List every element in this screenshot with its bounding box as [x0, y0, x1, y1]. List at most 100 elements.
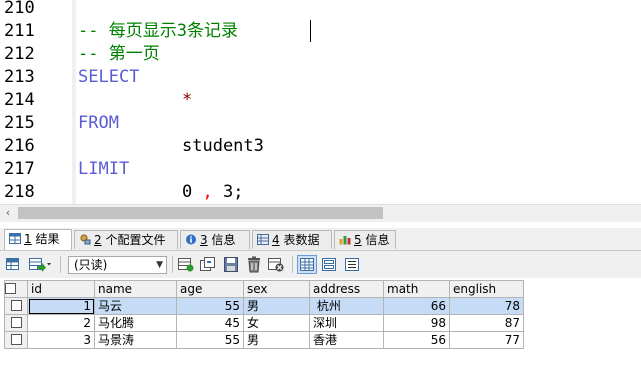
column-header[interactable]: math [383, 280, 450, 298]
table-cell[interactable]: 98 [383, 314, 450, 332]
cancel-changes-icon[interactable] [267, 256, 285, 273]
checkbox-icon [5, 282, 16, 294]
chevron-down-icon: ▼ [156, 260, 163, 270]
code-line-table[interactable]: student3 [182, 135, 264, 158]
column-header[interactable]: id [27, 280, 95, 298]
table-cell[interactable]: 女 [243, 314, 310, 332]
tab-info[interactable]: 5 信息 [334, 230, 396, 249]
table-cell[interactable]: 87 [449, 314, 524, 332]
table-cell[interactable]: 2 [27, 314, 95, 332]
table-header-row: id name age sex address math english [4, 280, 524, 298]
tab-number: 1 [24, 232, 32, 246]
insert-row-icon[interactable] [177, 256, 195, 273]
table-cell[interactable]: 56 [383, 331, 450, 349]
sql-editor[interactable]: 210 211 212 213 214 215 216 217 218 -- 每… [0, 0, 641, 204]
code-line-limit[interactable]: LIMIT [78, 158, 129, 181]
toolbar-separator [60, 256, 61, 273]
select-all-checkbox[interactable] [4, 280, 28, 298]
table-cell[interactable]: 香港 [309, 331, 384, 349]
text-view-icon[interactable] [343, 256, 361, 273]
table-cell[interactable]: 3 [27, 331, 95, 349]
tab-number: 3 [200, 233, 208, 247]
result-grid: id name age sex address math english 1 马… [0, 279, 641, 383]
scroll-left-arrow-icon[interactable]: ‹ [2, 207, 14, 219]
grid-view-icon[interactable] [297, 255, 317, 274]
row-checkbox[interactable] [4, 314, 28, 332]
table-icon [9, 233, 21, 244]
table-cell[interactable]: 杭州 [309, 297, 384, 315]
table-cell[interactable]: 马云 [94, 297, 177, 315]
row-checkbox[interactable] [4, 331, 28, 349]
form-view-icon[interactable] [320, 256, 338, 273]
readonly-select[interactable]: (只读) ▼ [68, 256, 167, 274]
limit-comma: , [202, 182, 213, 202]
table-cell[interactable]: 1 [27, 297, 95, 315]
table-cell[interactable]: 马化腾 [94, 314, 177, 332]
column-header[interactable]: age [176, 280, 244, 298]
table-cell[interactable]: 77 [449, 331, 524, 349]
line-number: 214 [4, 90, 35, 110]
tab-number: 4 [272, 233, 280, 247]
tab-results[interactable]: 1 结果 [4, 229, 72, 250]
fold-margin [72, 0, 76, 204]
horizontal-scrollbar[interactable]: ‹ [0, 204, 641, 222]
table-row[interactable]: 3 马景涛 55 男 香港 56 77 [4, 331, 524, 349]
duplicate-row-icon[interactable] [199, 256, 217, 273]
checkbox-icon [10, 299, 22, 311]
delete-icon[interactable] [245, 256, 263, 273]
line-number: 211 [4, 21, 35, 41]
checkbox-icon [10, 333, 22, 345]
import-dropdown-icon[interactable] [28, 256, 52, 273]
checkbox-icon [10, 316, 22, 328]
table-cell[interactable]: 78 [449, 297, 524, 315]
code-line-comment[interactable]: -- 每页显示3条记录 [78, 20, 238, 43]
line-number: 213 [4, 67, 35, 87]
line-number: 216 [4, 136, 35, 156]
table-cell[interactable]: 55 [176, 297, 244, 315]
line-number: 215 [4, 113, 35, 133]
line-number-gutter: 210 211 212 213 214 215 216 217 218 [0, 0, 72, 204]
column-header[interactable]: name [94, 280, 177, 298]
table-cell[interactable]: 男 [243, 331, 310, 349]
table-row[interactable]: 2 马化腾 45 女 深圳 98 87 [4, 314, 524, 332]
table-row[interactable]: 1 马云 55 男 杭州 66 78 [4, 297, 524, 315]
toolbar-separator [172, 256, 173, 273]
tab-table-data[interactable]: 4 表数据 [252, 230, 332, 249]
info-icon [186, 234, 196, 245]
limit-count: 3; [223, 182, 244, 202]
row-checkbox[interactable] [4, 297, 28, 315]
column-header[interactable]: address [309, 280, 384, 298]
scrollbar-thumb[interactable] [18, 207, 383, 219]
limit-offset: 0 [182, 182, 193, 202]
code-line-star[interactable]: * [182, 89, 192, 112]
table-cell[interactable]: 男 [243, 297, 310, 315]
code-line-comment[interactable]: -- 第一页 [78, 43, 160, 66]
tab-label: 信息 [211, 233, 236, 247]
line-number: 218 [4, 182, 35, 202]
result-tabs: 1 结果 2 个配置文件 3 信息 4 表数据 5 信息 [0, 228, 641, 251]
tab-label: 信息 [365, 233, 390, 247]
save-icon[interactable] [222, 256, 240, 273]
column-header[interactable]: sex [243, 280, 310, 298]
tab-label: 个配置文件 [105, 233, 166, 247]
tab-messages[interactable]: 3 信息 [180, 230, 250, 249]
tab-number: 5 [354, 233, 362, 247]
toolbar-separator [292, 256, 293, 273]
export-grid-icon[interactable] [5, 256, 23, 273]
tab-number: 2 [94, 233, 102, 247]
readonly-select-value: (只读) [74, 258, 108, 272]
chart-info-icon [339, 236, 351, 245]
table-cell[interactable]: 深圳 [309, 314, 384, 332]
tab-profiles[interactable]: 2 个配置文件 [74, 230, 178, 249]
code-line-select[interactable]: SELECT [78, 66, 139, 89]
table-cell[interactable]: 马景涛 [94, 331, 177, 349]
table-cell[interactable]: 66 [383, 297, 450, 315]
code-line-limit-args[interactable]: 0 , 3; [182, 181, 243, 204]
table-cell[interactable]: 55 [176, 331, 244, 349]
table-cell[interactable]: 45 [176, 314, 244, 332]
column-header[interactable]: english [449, 280, 524, 298]
result-table: id name age sex address math english 1 马… [4, 280, 524, 349]
code-line-from[interactable]: FROM [78, 112, 119, 135]
profile-icon [80, 234, 91, 245]
table-data-icon [257, 234, 269, 245]
